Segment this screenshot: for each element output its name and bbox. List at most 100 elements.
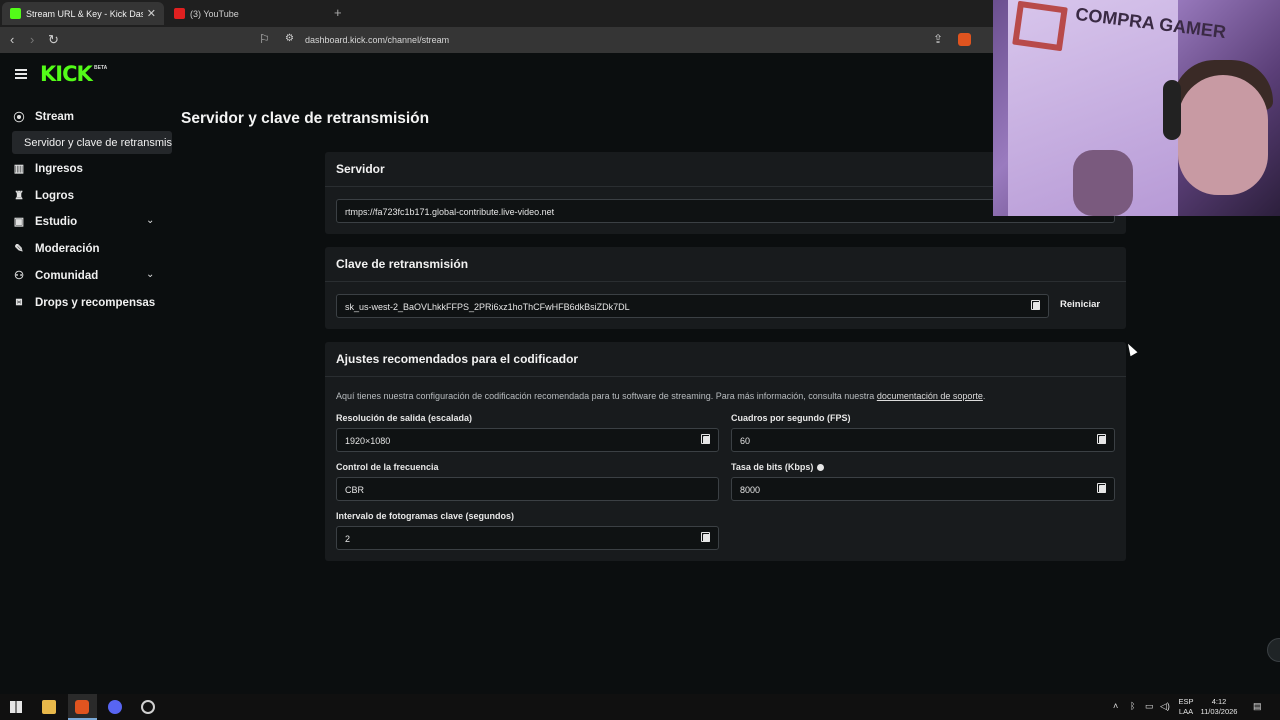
- hand: [1073, 150, 1133, 216]
- resolution-value: 1920×1080: [345, 436, 391, 446]
- page-title: Servidor y clave de retransmisión: [181, 110, 430, 127]
- copy-icon[interactable]: [1031, 300, 1040, 310]
- chevron-down-icon[interactable]: ⌄: [146, 215, 154, 226]
- forward-icon[interactable]: ›: [30, 32, 34, 47]
- chevron-down-icon[interactable]: ⌄: [146, 269, 154, 280]
- card-title: Clave de retransmisión: [325, 247, 1126, 282]
- headphone: [1163, 80, 1181, 140]
- copy-icon[interactable]: [1097, 434, 1106, 444]
- copy-icon[interactable]: [701, 434, 710, 444]
- reload-icon[interactable]: ↻: [48, 32, 59, 48]
- sidebar-item-logros[interactable]: ♜ Logros: [12, 189, 74, 203]
- address-bar[interactable]: dashboard.kick.com/channel/stream: [305, 35, 449, 45]
- sidebar-item-label: Logros: [35, 189, 74, 202]
- sidebar-item-stream-key[interactable]: Servidor y clave de retransmisión: [12, 131, 172, 154]
- sidebar-item-label: Comunidad: [35, 269, 99, 282]
- sidebar-item-moderacion[interactable]: ✎ Moderación: [12, 242, 100, 256]
- sidebar-item-estudio[interactable]: ▣ Estudio: [12, 215, 78, 229]
- bitrate-field[interactable]: 8000: [731, 477, 1115, 501]
- obs-icon[interactable]: [141, 700, 155, 714]
- encoder-description: Aquí tienes nuestra configuración de cod…: [336, 391, 985, 401]
- windows-start-icon[interactable]: [10, 701, 22, 713]
- support-docs-link[interactable]: documentación de soporte: [877, 391, 983, 401]
- stream-key-value: sk_us-west-2_BaOVLhkkFFPS_2PRi6xz1hoThCF…: [345, 302, 630, 312]
- copy-icon[interactable]: [1097, 483, 1106, 493]
- face: [1178, 75, 1268, 195]
- tab-title: (3) YouTube: [190, 8, 239, 19]
- rate-control-label: Control de la frecuencia: [336, 462, 439, 472]
- date: 11/03/2026: [1200, 707, 1238, 716]
- rate-control-value: CBR: [345, 485, 365, 495]
- sidebar-item-label: Estudio: [35, 215, 78, 228]
- bitrate-value: 8000: [740, 485, 761, 495]
- resolution-label: Resolución de salida (escalada): [336, 413, 473, 423]
- brave-browser-icon[interactable]: [75, 700, 89, 714]
- bitrate-label-text: Tasa de bits (Kbps): [731, 462, 814, 472]
- webcam-overlay: COMPRA GAMER: [993, 0, 1280, 216]
- windows-taskbar: ˄ ᛒ ▭ ◁) ESP LAA 4:12 11/03/2026 ▤: [0, 694, 1280, 720]
- sidebar-item-drops[interactable]: ⧈ Drops y recompensas: [12, 296, 156, 309]
- language-indicator[interactable]: ESP LAA: [1176, 697, 1196, 717]
- share-icon[interactable]: ⇪: [933, 32, 943, 46]
- side-panel-toggle[interactable]: [1267, 638, 1280, 662]
- sidebar-item-stream[interactable]: ⦿ Stream: [12, 109, 75, 125]
- server-url-value: rtmps://fa723fc1b171.global-contribute.l…: [345, 207, 555, 217]
- rate-control-field[interactable]: CBR: [336, 477, 719, 501]
- card-title: Ajustes recomendados para el codificador: [325, 342, 1126, 377]
- fps-label: Cuadros por segundo (FPS): [731, 413, 851, 423]
- menu-icon[interactable]: [15, 69, 27, 81]
- studio-icon: ▣: [13, 216, 25, 228]
- resolution-field[interactable]: 1920×1080: [336, 428, 719, 452]
- site-info-icon[interactable]: ⚙: [285, 33, 294, 44]
- tray-chevron-icon[interactable]: ˄: [1113, 701, 1118, 711]
- info-icon[interactable]: [817, 464, 825, 471]
- discord-icon[interactable]: [108, 700, 122, 714]
- reset-key-button[interactable]: Reiniciar: [1060, 299, 1100, 310]
- tab-title: Stream URL & Key - Kick Dashbo: [26, 8, 143, 19]
- volume-icon[interactable]: ◁): [1160, 701, 1170, 712]
- keyframe-value: 2: [345, 534, 351, 544]
- keyframe-label: Intervalo de fotogramas clave (segundos): [336, 511, 515, 521]
- kick-logo[interactable]: KICK: [40, 62, 93, 86]
- close-tab-icon[interactable]: ✕: [147, 7, 156, 20]
- clock[interactable]: 4:12 11/03/2026: [1198, 697, 1240, 717]
- back-icon[interactable]: ‹: [10, 32, 14, 47]
- encoder-settings-card: Ajustes recomendados para el codificador…: [325, 342, 1126, 561]
- beta-badge: BETA: [94, 65, 108, 71]
- sidebar-item-label: Ingresos: [35, 162, 83, 175]
- tab-kick-dashboard[interactable]: Stream URL & Key - Kick Dashbo ✕: [2, 2, 164, 25]
- sidebar-item-label: Stream: [35, 111, 74, 123]
- sidebar-item-label: Moderación: [35, 242, 100, 255]
- lang-bottom: LAA: [1178, 707, 1194, 716]
- people-icon: ⚇: [14, 270, 24, 282]
- wrench-icon: ✎: [14, 243, 24, 255]
- bookmark-icon[interactable]: ⚐: [259, 32, 270, 46]
- description-text: Aquí tienes nuestra configuración de cod…: [336, 391, 877, 401]
- bluetooth-icon[interactable]: ᛒ: [1130, 701, 1135, 711]
- tab-youtube[interactable]: (3) YouTube: [166, 2, 326, 25]
- stream-key-field[interactable]: sk_us-west-2_BaOVLhkkFFPS_2PRi6xz1hoThCF…: [336, 294, 1049, 318]
- mouse-cursor-icon: [1124, 341, 1138, 357]
- fps-value: 60: [740, 436, 751, 446]
- new-tab-button[interactable]: +: [334, 5, 342, 20]
- broadcast-icon: ⦿: [13, 112, 25, 124]
- kick-favicon-icon: [10, 8, 21, 19]
- network-icon[interactable]: ▭: [1145, 701, 1154, 712]
- youtube-favicon-icon: [174, 8, 185, 19]
- compragamer-logo-icon: [1012, 0, 1068, 52]
- lang-top: ESP: [1178, 697, 1194, 706]
- sidebar-item-label: Drops y recompensas: [35, 296, 156, 309]
- bitrate-label: Tasa de bits (Kbps): [731, 462, 825, 472]
- keyframe-field[interactable]: 2: [336, 526, 719, 550]
- file-explorer-icon[interactable]: [42, 700, 56, 714]
- trophy-icon: ♜: [14, 190, 24, 202]
- copy-icon[interactable]: [701, 532, 710, 542]
- fps-field[interactable]: 60: [731, 428, 1115, 452]
- sidebar-item-comunidad[interactable]: ⚇ Comunidad: [12, 269, 99, 283]
- description-end: .: [982, 391, 986, 401]
- gift-icon: ⧈: [15, 296, 23, 308]
- sidebar-item-ingresos[interactable]: ▥ Ingresos: [12, 162, 83, 176]
- notifications-icon[interactable]: ▤: [1253, 701, 1262, 712]
- time: 4:12: [1211, 697, 1227, 706]
- brave-shields-icon[interactable]: [958, 33, 971, 46]
